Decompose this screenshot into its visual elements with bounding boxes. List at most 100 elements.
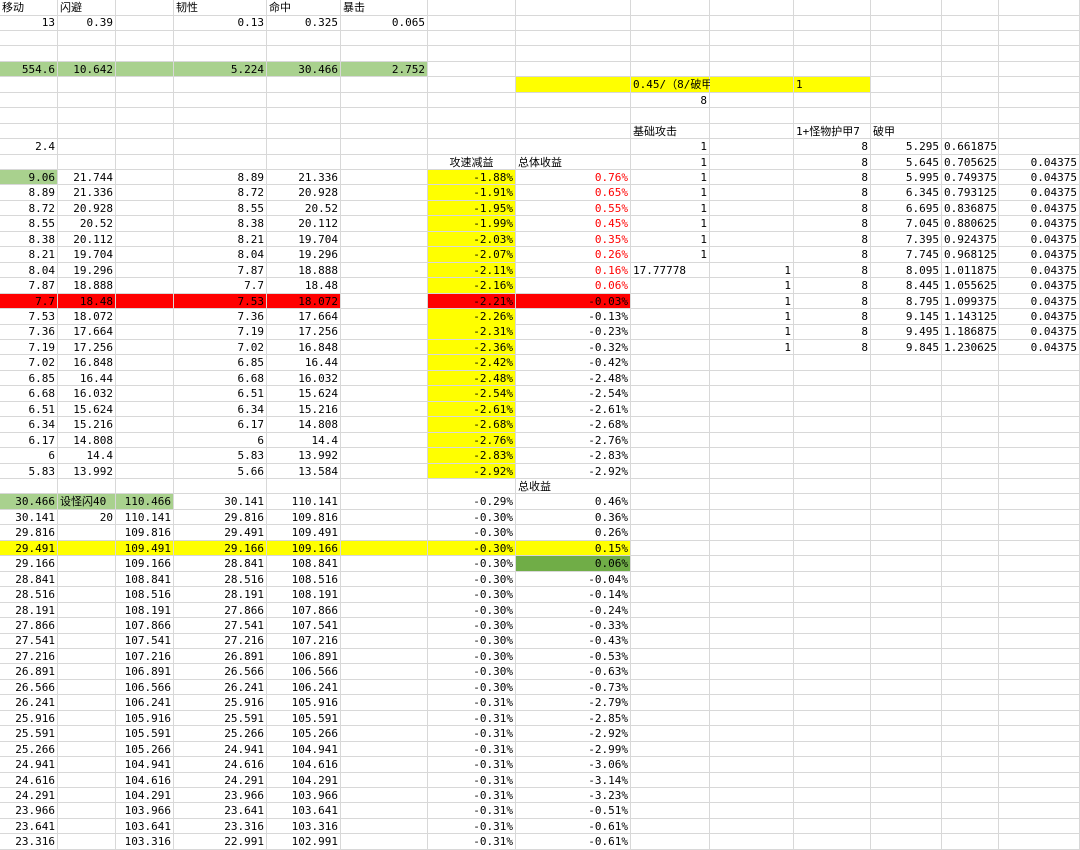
cell-A49[interactable]: 25.266 (0, 741, 58, 758)
cell-G36[interactable]: -0.30% (428, 540, 516, 557)
grid-cell[interactable] (710, 818, 794, 835)
grid-cell[interactable] (116, 386, 174, 402)
grid-cell[interactable] (871, 772, 942, 788)
grid-cell[interactable] (942, 633, 999, 649)
grid-cell[interactable] (999, 432, 1080, 449)
grid-cell[interactable] (794, 834, 871, 850)
grid-cell[interactable] (710, 803, 794, 819)
grid-cell[interactable] (267, 478, 341, 495)
cell-G53[interactable]: -0.31% (428, 803, 516, 819)
grid-cell[interactable] (428, 108, 516, 124)
grid-cell[interactable] (341, 417, 428, 433)
grid-cell[interactable] (58, 30, 116, 47)
cell-B25[interactable]: 16.44 (58, 370, 116, 387)
grid-cell[interactable] (999, 787, 1080, 804)
grid-cell[interactable] (871, 61, 942, 78)
grid-cell[interactable] (999, 123, 1080, 140)
cell-H55[interactable]: -0.61% (516, 834, 631, 850)
grid-cell[interactable] (871, 787, 942, 804)
grid-cell[interactable] (341, 169, 428, 186)
cell-H42[interactable]: -0.43% (516, 633, 631, 649)
cell-E33[interactable]: 110.141 (267, 494, 341, 510)
grid-cell[interactable] (631, 648, 710, 665)
cell-L15[interactable]: 7.045 (871, 216, 942, 232)
cell-I7[interactable]: 8 (631, 92, 710, 109)
cell-D2[interactable]: 0.13 (174, 15, 267, 31)
grid-cell[interactable] (794, 432, 871, 449)
grid-cell[interactable] (942, 757, 999, 773)
cell-H52[interactable]: -3.23% (516, 787, 631, 804)
cell-G52[interactable]: -0.31% (428, 787, 516, 804)
cell-D5[interactable]: 5.224 (174, 61, 267, 78)
grid-cell[interactable] (794, 679, 871, 696)
grid-cell[interactable] (58, 664, 116, 680)
grid-cell[interactable] (116, 139, 174, 155)
grid-cell[interactable] (58, 648, 116, 665)
cell-G31[interactable]: -2.92% (428, 463, 516, 479)
grid-cell[interactable] (999, 478, 1080, 495)
grid-cell[interactable] (710, 448, 794, 464)
grid-cell[interactable] (341, 231, 428, 248)
cell-E46[interactable]: 105.916 (267, 695, 341, 711)
grid-cell[interactable] (871, 92, 942, 109)
cell-B28[interactable]: 15.216 (58, 417, 116, 433)
grid-cell[interactable] (710, 648, 794, 665)
grid-cell[interactable] (794, 618, 871, 634)
cell-D34[interactable]: 29.816 (174, 509, 267, 526)
grid-cell[interactable] (631, 803, 710, 819)
cell-G46[interactable]: -0.31% (428, 695, 516, 711)
cell-L16[interactable]: 7.395 (871, 231, 942, 248)
grid-cell[interactable] (942, 710, 999, 727)
cell-B30[interactable]: 14.4 (58, 448, 116, 464)
grid-cell[interactable] (341, 278, 428, 294)
grid-cell[interactable] (58, 695, 116, 711)
grid-cell[interactable] (631, 633, 710, 649)
cell-N13[interactable]: 0.04375 (999, 185, 1080, 201)
cell-C35[interactable]: 109.816 (116, 525, 174, 541)
grid-cell[interactable] (794, 92, 871, 109)
grid-cell[interactable] (341, 92, 428, 109)
cell-D48[interactable]: 25.266 (174, 726, 267, 742)
grid-cell[interactable] (631, 664, 710, 680)
grid-cell[interactable] (0, 123, 58, 140)
cell-H23[interactable]: -0.32% (516, 339, 631, 356)
cell-A28[interactable]: 6.34 (0, 417, 58, 433)
cell-K19[interactable]: 8 (794, 278, 871, 294)
grid-cell[interactable] (58, 726, 116, 742)
grid-cell[interactable] (631, 432, 710, 449)
cell-K22[interactable]: 8 (794, 324, 871, 340)
cell-D36[interactable]: 29.166 (174, 540, 267, 557)
grid-cell[interactable] (871, 648, 942, 665)
cell-A20[interactable]: 7.7 (0, 293, 58, 310)
cell-C5[interactable] (116, 61, 174, 78)
cell-D21[interactable]: 7.36 (174, 309, 267, 325)
cell-D42[interactable]: 27.216 (174, 633, 267, 649)
cell-E28[interactable]: 14.808 (267, 417, 341, 433)
cell-K16[interactable]: 8 (794, 231, 871, 248)
grid-cell[interactable] (999, 710, 1080, 727)
cell-J18[interactable]: 1 (710, 262, 794, 279)
grid-cell[interactable] (116, 0, 174, 16)
grid-cell[interactable] (116, 463, 174, 479)
cell-J23[interactable]: 1 (710, 339, 794, 356)
cell-G15[interactable]: -1.99% (428, 216, 516, 232)
cell-D12[interactable]: 8.89 (174, 169, 267, 186)
grid-cell[interactable] (341, 633, 428, 649)
cell-K9[interactable]: 1+怪物护甲7 (794, 123, 871, 140)
cell-E37[interactable]: 108.841 (267, 556, 341, 572)
cell-E17[interactable]: 19.296 (267, 247, 341, 263)
cell-A17[interactable]: 8.21 (0, 247, 58, 263)
grid-cell[interactable] (116, 200, 174, 217)
cell-G40[interactable]: -0.30% (428, 602, 516, 619)
grid-cell[interactable] (999, 46, 1080, 62)
cell-C33[interactable]: 110.466 (116, 494, 174, 510)
grid-cell[interactable] (999, 448, 1080, 464)
cell-C44[interactable]: 106.891 (116, 664, 174, 680)
cell-M23[interactable]: 1.230625 (942, 339, 999, 356)
cell-A38[interactable]: 28.841 (0, 571, 58, 588)
cell-B14[interactable]: 20.928 (58, 200, 116, 217)
grid-cell[interactable] (794, 540, 871, 557)
cell-K21[interactable]: 8 (794, 309, 871, 325)
cell-J6[interactable] (710, 77, 794, 93)
grid-cell[interactable] (341, 108, 428, 124)
